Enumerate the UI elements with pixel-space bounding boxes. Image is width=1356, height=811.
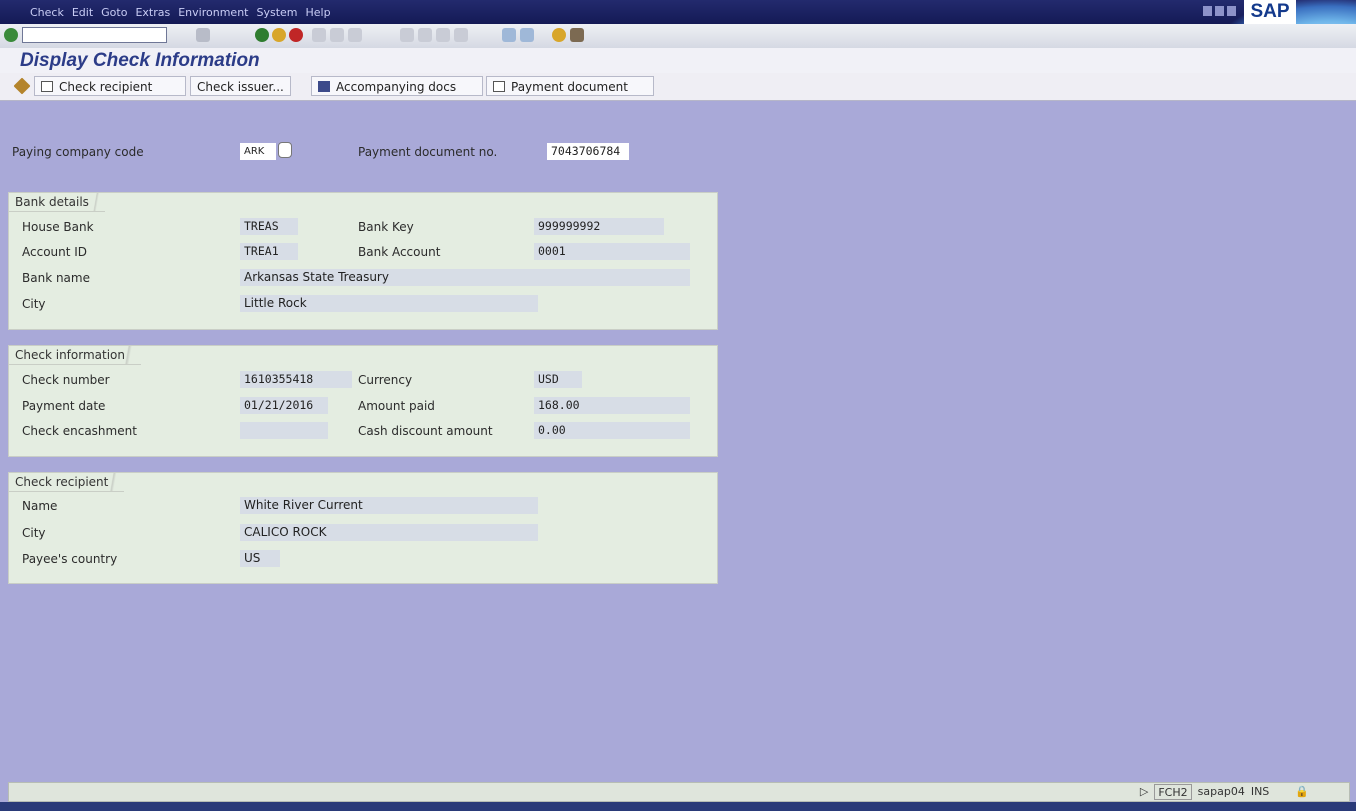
- payment-date-label: Payment date: [22, 399, 106, 413]
- menu-help[interactable]: Help: [306, 6, 331, 19]
- page-title: Display Check Information: [20, 50, 260, 71]
- payment-document-label: Payment document: [511, 80, 628, 94]
- shortcut-icon[interactable]: [520, 28, 534, 42]
- payment-document-no-field[interactable]: 7043706784: [547, 143, 629, 160]
- house-bank-field: TREAS: [240, 218, 298, 235]
- previous-page-icon[interactable]: [418, 28, 432, 42]
- enter-icon[interactable]: [4, 28, 18, 42]
- menu-extras[interactable]: Extras: [135, 6, 170, 19]
- back-icon[interactable]: [255, 28, 269, 42]
- help-icon[interactable]: [552, 28, 566, 42]
- check-number-label: Check number: [22, 373, 110, 387]
- menu-bar: Check Edit Goto Extras Environment Syste…: [0, 0, 1356, 70]
- bank-key-field: 999999992: [534, 218, 664, 235]
- recipient-city-field: CALICO ROCK: [240, 524, 538, 541]
- accompanying-docs-label: Accompanying docs: [336, 80, 457, 94]
- house-bank-label: House Bank: [22, 220, 94, 234]
- menu-environment[interactable]: Environment: [178, 6, 248, 19]
- cash-discount-amount-label: Cash discount amount: [358, 424, 493, 438]
- check-information-title: Check information: [9, 346, 141, 365]
- currency-label: Currency: [358, 373, 413, 387]
- recipient-name-label: Name: [22, 499, 58, 513]
- page-icon: [41, 81, 53, 92]
- cancel-icon[interactable]: [289, 28, 303, 42]
- save-icon[interactable]: [196, 28, 210, 42]
- bank-key-label: Bank Key: [358, 220, 414, 234]
- check-issuer-button[interactable]: Check issuer...: [190, 76, 291, 96]
- payment-date-field: 01/21/2016: [240, 397, 328, 414]
- status-transaction: FCH2: [1154, 784, 1192, 800]
- bank-city-field: Little Rock: [240, 295, 538, 312]
- menu-goto[interactable]: Goto: [101, 6, 127, 19]
- currency-field: USD: [534, 371, 582, 388]
- paying-company-code-field[interactable]: ARK: [240, 143, 276, 160]
- lock-icon: 🔒: [1295, 785, 1309, 798]
- os-taskbar: [0, 802, 1356, 811]
- account-id-label: Account ID: [22, 245, 88, 259]
- application-toolbar: Check recipient Check issuer... Accompan…: [0, 73, 1356, 101]
- status-server: sapap04: [1197, 785, 1245, 798]
- bank-name-label: Bank name: [22, 271, 90, 285]
- check-recipient-title: Check recipient: [9, 473, 125, 492]
- table-icon: [318, 81, 330, 92]
- recipient-city-label: City: [22, 526, 46, 540]
- check-encashment-field: [240, 422, 328, 439]
- check-number-field: 1610355418: [240, 371, 352, 388]
- account-id-field: TREA1: [240, 243, 298, 260]
- menu-edit[interactable]: Edit: [72, 6, 93, 19]
- create-session-icon[interactable]: [502, 28, 516, 42]
- status-mode[interactable]: INS: [1251, 784, 1269, 800]
- status-expand-icon[interactable]: ▷: [1140, 784, 1148, 800]
- bank-details-title: Bank details: [9, 193, 105, 212]
- amount-paid-field: 168.00: [534, 397, 690, 414]
- paying-company-code-label: Paying company code: [12, 145, 144, 159]
- check-issuer-label: Check issuer...: [197, 80, 284, 94]
- next-page-icon[interactable]: [436, 28, 450, 42]
- layout-menu-icon[interactable]: [570, 28, 584, 42]
- find-next-icon[interactable]: [348, 28, 362, 42]
- bank-account-field: 0001: [534, 243, 690, 260]
- print-icon[interactable]: [312, 28, 326, 42]
- recipient-name-field: White River Current: [240, 497, 538, 514]
- display-change-icon[interactable]: [13, 77, 31, 95]
- cash-discount-amount-field: 0.00: [534, 422, 690, 439]
- last-page-icon[interactable]: [454, 28, 468, 42]
- bank-name-field: Arkansas State Treasury: [240, 269, 690, 286]
- system-toolbar: [0, 24, 1356, 49]
- accompanying-docs-button[interactable]: Accompanying docs: [311, 76, 483, 96]
- first-page-icon[interactable]: [400, 28, 414, 42]
- status-bar: ▷ FCH2 sapap04 INS 🔒: [8, 782, 1350, 802]
- exit-icon[interactable]: [272, 28, 286, 42]
- check-recipient-label: Check recipient: [59, 80, 153, 94]
- find-icon[interactable]: [330, 28, 344, 42]
- bank-city-label: City: [22, 297, 46, 311]
- sap-logo: SAP: [1244, 0, 1296, 24]
- payee-country-label: Payee's country: [22, 552, 118, 566]
- payee-country-field: US: [240, 550, 280, 567]
- title-bar: Display Check Information: [0, 48, 1356, 73]
- document-icon: [493, 81, 505, 92]
- check-recipient-button[interactable]: Check recipient: [34, 76, 186, 96]
- command-field[interactable]: [22, 27, 167, 43]
- bank-account-label: Bank Account: [358, 245, 441, 259]
- menu-check[interactable]: Check: [30, 6, 64, 19]
- payment-document-no-label: Payment document no.: [358, 145, 498, 159]
- menu-system[interactable]: System: [256, 6, 297, 19]
- payment-document-button[interactable]: Payment document: [486, 76, 654, 96]
- possible-entries-icon[interactable]: [278, 142, 292, 158]
- check-encashment-label: Check encashment: [22, 424, 137, 438]
- amount-paid-label: Amount paid: [358, 399, 435, 413]
